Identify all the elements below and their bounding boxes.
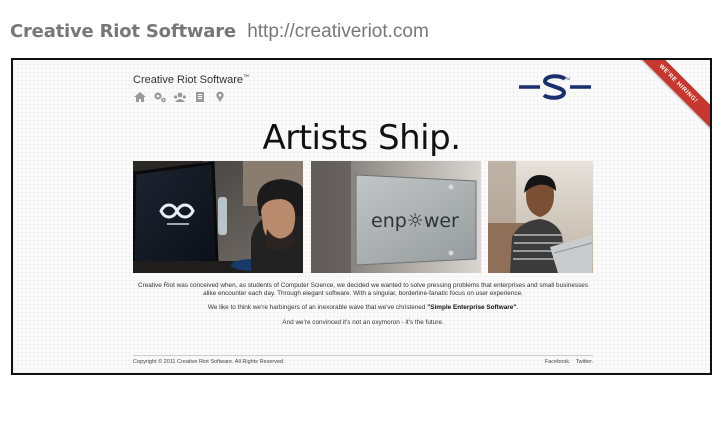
future-paragraph: And we're convinced it's not an oxymoron… [282,318,444,326]
site-nav [133,91,227,103]
document-icon[interactable] [193,91,207,103]
footer-divider [133,355,593,356]
website-screenshot-frame: Creative Riot Software™ TM WE'RE HIRING!… [11,58,712,375]
page-headline: Artists Ship. [262,118,461,158]
trademark-mark: ™ [243,74,250,81]
caption-brand: Creative Riot Software [10,21,236,42]
footer-social-links: Facebook. Twitter. [533,359,593,365]
team-icon[interactable] [173,91,187,103]
location-pin-icon[interactable] [213,91,227,103]
settings-icon[interactable] [153,91,167,103]
tagline-period: . [516,304,519,312]
intro-paragraph: Creative Riot was conceived when, as stu… [137,282,589,298]
caption: Creative Riot Software http://creativeri… [10,20,429,44]
person-on-laptop-photo [488,161,593,273]
developer-at-computer-photo [133,161,303,273]
enpower-sign-text: enp☼wer [371,210,459,232]
footer-copyright: Copyright © 2011 Creative Riot Software.… [133,359,285,365]
home-icon[interactable] [133,91,147,103]
tagline-emphasis: "Simple Enterprise Software" [427,304,517,312]
facebook-link[interactable]: Facebook. [545,359,571,365]
site-title[interactable]: Creative Riot Software™ [133,74,249,86]
creative-riot-logo[interactable]: TM [517,74,593,100]
intro-copy: Creative Riot was conceived when, as stu… [133,282,593,333]
site-title-text: Creative Riot Software [133,74,244,86]
twitter-link[interactable]: Twitter. [576,359,593,365]
enpower-glass-sign-photo: enp☼wer [311,161,481,273]
tagline-paragraph: We like to think we're harbingers of an … [133,304,593,312]
caption-url[interactable]: http://creativeriot.com [247,21,429,42]
tagline-text: We like to think we're harbingers of an … [207,304,428,312]
svg-text:TM: TM [565,77,570,81]
